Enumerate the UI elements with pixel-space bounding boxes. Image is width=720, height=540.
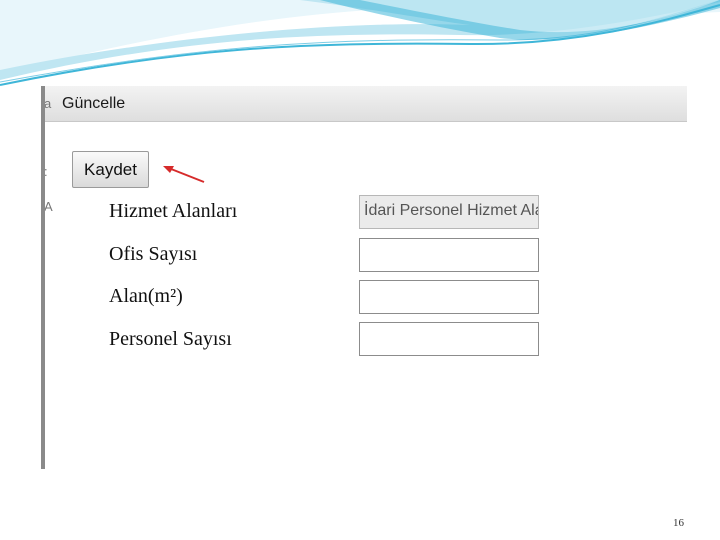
hizmet-alanlari-field[interactable]: İdari Personel Hizmet Ala	[359, 195, 539, 229]
header-wave-decoration	[0, 0, 720, 86]
personel-sayisi-input[interactable]	[359, 322, 539, 356]
label-personel-sayisi: Personel Sayısı	[109, 328, 232, 350]
label-hizmet-alanlari: Hizmet Alanları	[109, 200, 238, 222]
page-number: 16	[673, 517, 684, 529]
window-titlebar: Güncelle	[45, 86, 687, 122]
window-title: Güncelle	[62, 95, 126, 112]
ofis-sayisi-input[interactable]	[359, 238, 539, 272]
left-edge-fragment: :	[44, 164, 48, 179]
alan-input[interactable]	[359, 280, 539, 314]
left-edge-fragment: a	[44, 96, 52, 111]
app-window: Güncelle a : A Kaydet Hizmet Alanları İd…	[41, 86, 687, 469]
left-edge-fragment: A	[44, 199, 53, 214]
red-arrow-icon	[163, 166, 205, 183]
save-button[interactable]: Kaydet	[72, 151, 149, 188]
label-alan: Alan(m²)	[109, 285, 183, 307]
label-ofis-sayisi: Ofis Sayısı	[109, 243, 198, 265]
